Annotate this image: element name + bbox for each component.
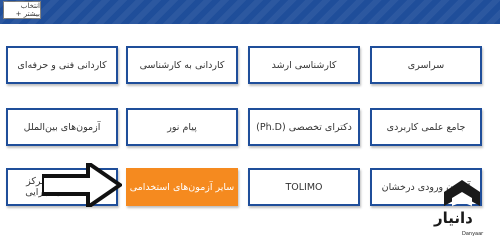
header-band: انتخاب بیشتر + [0,0,500,24]
tile-tolimo[interactable]: TOLIMO [248,168,360,206]
tile-phd[interactable]: دکترای تخصصی (Ph.D) [248,108,360,146]
tile-masters[interactable]: کارشناسی ارشد [248,46,360,84]
tile-associate-to-bachelor[interactable]: کاردانی به کارشناسی [126,46,238,84]
logo-subtext: Danyaar [462,231,484,237]
logo-wordmark: دانیار [434,209,473,227]
tile-international-exams[interactable]: آزمون‌های بین‌الملل [6,108,118,146]
tile-applied-science[interactable]: جامع علمی کاربردی [370,108,482,146]
tile-other-employment-exams[interactable]: سایر آزمون‌های استخدامی [126,168,238,206]
pointer-arrow-icon [42,163,122,207]
more-options-tab[interactable]: انتخاب بیشتر + [3,1,41,19]
tile-sarasari[interactable]: سراسری [370,46,482,84]
tile-technical-vocational[interactable]: کاردانی فنی و حرفه‌ای [6,46,118,84]
tile-payame-noor[interactable]: پیام نور [126,108,238,146]
